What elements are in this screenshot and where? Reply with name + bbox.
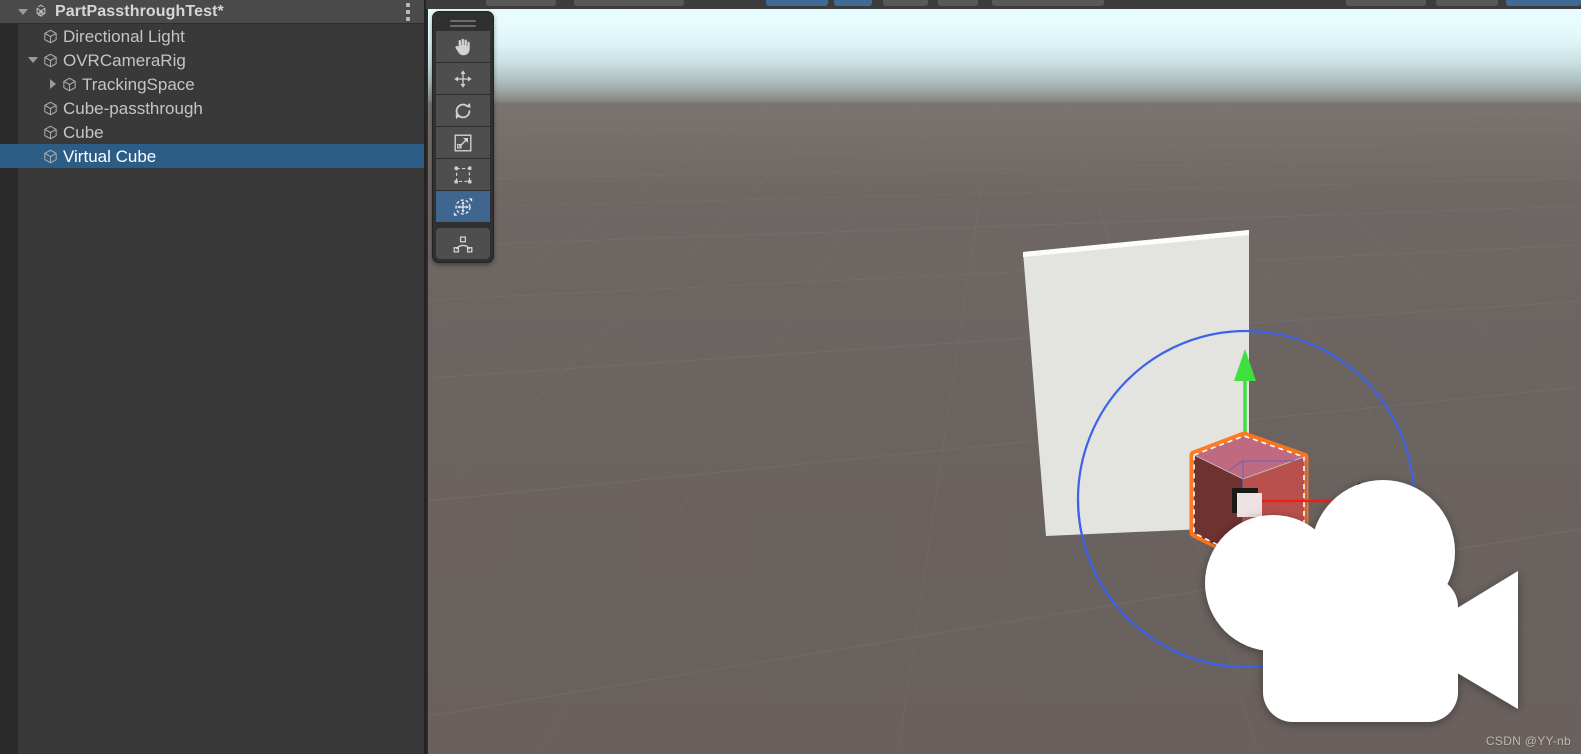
- toolbar-button-2[interactable]: [766, 0, 828, 6]
- move-icon: [454, 69, 472, 88]
- hierarchy-item-label: OVRCameraRig: [63, 50, 186, 70]
- toolbar-button-1[interactable]: [574, 0, 684, 6]
- ground-grid: [428, 100, 1581, 754]
- scene-view-tool-palette[interactable]: [432, 11, 494, 263]
- move-tool[interactable]: [436, 63, 490, 95]
- scale-icon: [454, 134, 472, 151]
- custom-tool[interactable]: [436, 228, 490, 259]
- custom-editor-icon: [453, 235, 473, 253]
- gameobject-cube-icon: [42, 148, 63, 165]
- hierarchy-kebab-menu-icon[interactable]: [406, 2, 410, 21]
- hierarchy-item-trackingspace[interactable]: TrackingSpace: [0, 72, 424, 96]
- rotate-icon: [455, 102, 471, 119]
- transform-tool[interactable]: [436, 191, 490, 223]
- hierarchy-panel: PartPassthroughTest* Directional Light OV…: [0, 0, 426, 754]
- toolbar-button-8[interactable]: [1436, 0, 1498, 6]
- hierarchy-item-directional-light[interactable]: Directional Light: [0, 24, 424, 48]
- main-toolbar-clipped[interactable]: [426, 0, 1581, 9]
- unity-editor-window: PartPassthroughTest* Directional Light OV…: [0, 0, 1581, 754]
- rect-tool[interactable]: [436, 159, 490, 191]
- toolbar-button-9[interactable]: [1506, 0, 1581, 6]
- hierarchy-tree: Directional Light OVRCameraRig TrackingSpa…: [0, 24, 424, 168]
- scene-name-label: PartPassthroughTest*: [55, 2, 224, 20]
- scene-expander-icon[interactable]: [18, 8, 28, 15]
- scene-viewport[interactable]: CSDN @YY-nb: [428, 9, 1581, 754]
- hierarchy-item-label: Virtual Cube: [63, 146, 157, 166]
- toolbar-button-5[interactable]: [938, 0, 978, 6]
- scale-tool[interactable]: [436, 127, 490, 159]
- rotate-tool[interactable]: [436, 95, 490, 127]
- expander-down-icon[interactable]: [28, 57, 38, 63]
- toolbar-button-6[interactable]: [992, 0, 1104, 6]
- hierarchy-item-label: Cube: [63, 122, 104, 142]
- hierarchy-item-label: Cube-passthrough: [63, 98, 203, 118]
- csdn-watermark: CSDN @YY-nb: [1485, 734, 1571, 748]
- hand-icon: [455, 38, 470, 55]
- transform-icon: [453, 197, 473, 216]
- hand-tool[interactable]: [436, 31, 490, 63]
- gameobject-cube-icon: [61, 76, 82, 93]
- toolbar-button-4[interactable]: [883, 0, 928, 6]
- hierarchy-item-ovrcamerarig[interactable]: OVRCameraRig: [0, 48, 424, 72]
- gameobject-cube-icon: [42, 52, 63, 69]
- toolbar-button-7[interactable]: [1346, 0, 1426, 6]
- gameobject-cube-icon: [42, 124, 63, 141]
- hierarchy-item-virtual-cube[interactable]: Virtual Cube: [0, 144, 424, 168]
- hierarchy-item-label: TrackingSpace: [82, 74, 195, 94]
- unity-scene-icon: [36, 4, 46, 17]
- rect-icon: [454, 166, 472, 183]
- expander-right-icon[interactable]: [50, 79, 56, 89]
- hierarchy-item-cube[interactable]: Cube: [0, 120, 424, 144]
- hierarchy-scene-header[interactable]: PartPassthroughTest*: [0, 0, 424, 24]
- drag-handle[interactable]: [436, 15, 490, 31]
- hierarchy-item-cube-passthrough[interactable]: Cube-passthrough: [0, 96, 424, 120]
- toolbar-button-3[interactable]: [834, 0, 872, 6]
- hierarchy-item-label: Directional Light: [63, 26, 185, 46]
- gameobject-cube-icon: [42, 28, 63, 45]
- toolbar-button-0[interactable]: [486, 0, 556, 6]
- gameobject-cube-icon: [42, 100, 63, 117]
